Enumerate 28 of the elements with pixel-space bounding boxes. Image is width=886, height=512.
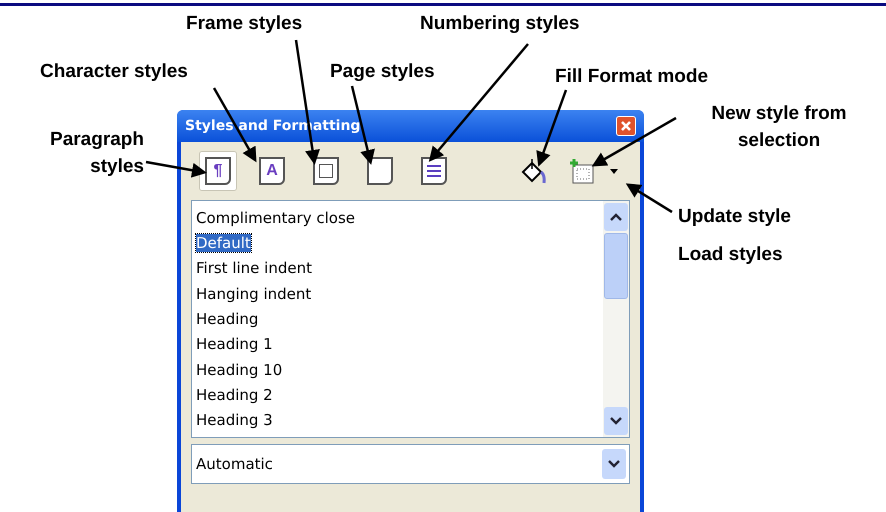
close-button[interactable] [616, 116, 636, 136]
filter-dropdown[interactable]: Automatic [191, 444, 630, 484]
callout-arrow [626, 183, 673, 214]
paragraph-styles-tab[interactable]: ¶ [199, 151, 237, 191]
style-list-item[interactable]: Heading 10 [196, 360, 282, 379]
style-list-item[interactable]: Complimentary close [196, 208, 355, 227]
callout-label: Frame styles [186, 12, 304, 36]
callout-label: Fill Format mode [555, 65, 710, 89]
callout-label: Load styles [678, 243, 784, 267]
callout-label: Paragraph styles [49, 128, 144, 179]
style-list-item[interactable]: Heading 2 [196, 386, 273, 404]
style-list-item[interactable]: Hanging indent [196, 284, 312, 303]
scrollbar[interactable] [603, 201, 629, 437]
character-styles-tab[interactable]: A [253, 151, 291, 191]
style-list-item[interactable]: Heading [196, 310, 258, 328]
style-list-item[interactable]: First line indent [196, 259, 312, 278]
chevron-down-icon [608, 460, 620, 468]
caret-icon [610, 168, 618, 174]
style-list-item[interactable]: Default [196, 234, 251, 252]
callout-arrow [146, 160, 207, 178]
close-icon [619, 119, 633, 133]
style-list-item[interactable]: Heading 1 [196, 335, 273, 354]
callout-label: Page styles [330, 60, 436, 84]
style-list-item[interactable]: Heading 3 [196, 411, 273, 430]
callout-label: New style from selection [710, 102, 848, 153]
callout-label: Update style [678, 205, 792, 229]
callout-label: Character styles [40, 60, 189, 84]
callout-label: Numbering styles [420, 12, 580, 36]
